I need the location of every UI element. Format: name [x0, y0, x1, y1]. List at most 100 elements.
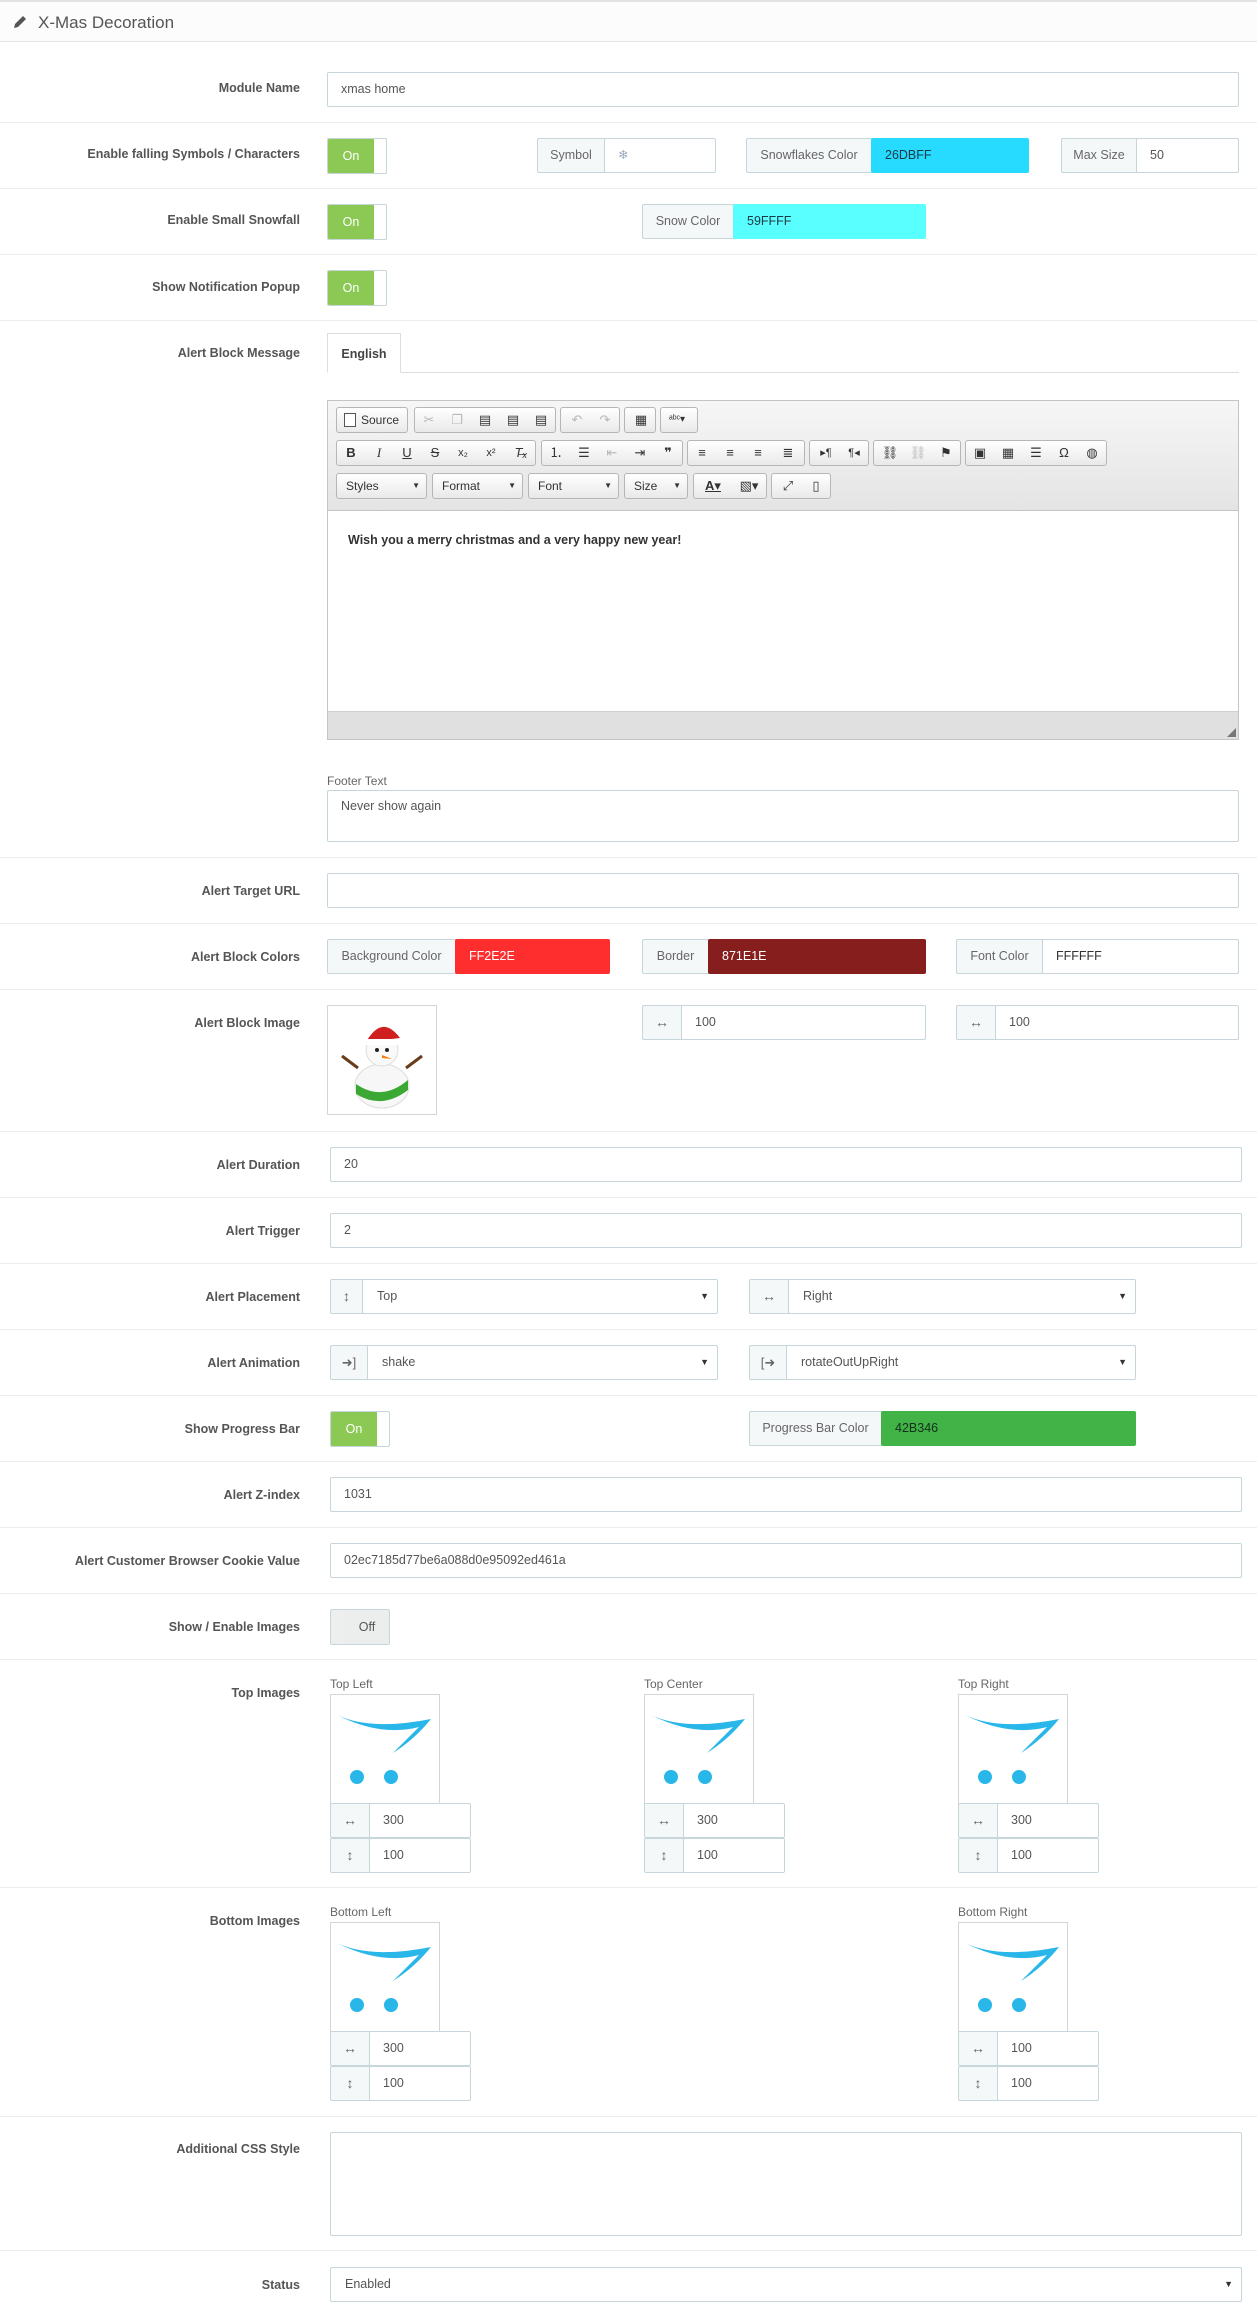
select-value: Enabled	[345, 2277, 391, 2291]
top-right-width-input[interactable]: 300	[997, 1803, 1099, 1838]
align-right-icon[interactable]: ≡	[744, 441, 772, 465]
top-left-height-input[interactable]: 100	[369, 1838, 471, 1873]
undo-icon[interactable]: ↶	[563, 408, 591, 432]
table-icon[interactable]: ▦	[994, 441, 1022, 465]
bg-color-icon[interactable]: ▧▾	[732, 474, 766, 498]
iframe-globe-icon[interactable]: ◍	[1078, 441, 1106, 465]
spellcheck-icon[interactable]: ᵃᵇᶜ▾	[663, 408, 691, 432]
flakes-color-input[interactable]: 26DBFF	[871, 138, 1029, 173]
underline-icon[interactable]: U	[393, 441, 421, 465]
images-toggle[interactable]: Off	[330, 1609, 390, 1645]
bottom-left-height-input[interactable]: 100	[369, 2066, 471, 2101]
bg-color-input[interactable]: FF2E2E	[455, 939, 610, 974]
text-color-icon[interactable]: A▾	[696, 474, 730, 498]
animation-out-select[interactable]: rotateOutUpRight ▼	[786, 1345, 1136, 1380]
symbol-input[interactable]: ❄	[604, 138, 716, 173]
indent-icon[interactable]: ⇥	[626, 441, 654, 465]
image-placeholder[interactable]	[958, 1694, 1068, 1804]
target-url-input[interactable]	[327, 873, 1239, 908]
max-size-input[interactable]: 50	[1136, 138, 1239, 173]
top-center-height-input[interactable]: 100	[683, 1838, 785, 1873]
select-all-icon[interactable]: ▦	[627, 408, 655, 432]
block-image-width-input[interactable]: 100	[681, 1005, 926, 1040]
italic-icon[interactable]: I	[365, 441, 393, 465]
duration-input[interactable]: 20	[330, 1147, 1242, 1182]
paste-text-icon[interactable]: ▤	[499, 408, 527, 432]
outdent-icon[interactable]: ⇤	[598, 441, 626, 465]
show-blocks-icon[interactable]: ▯	[802, 474, 830, 498]
module-name-input[interactable]: xmas home	[327, 72, 1239, 107]
format-combo[interactable]: Format ▼	[432, 473, 523, 499]
anchor-flag-icon[interactable]: ⚑	[932, 441, 960, 465]
superscript-icon[interactable]: x²	[477, 441, 505, 465]
align-center-icon[interactable]: ≡	[716, 441, 744, 465]
progress-color-input[interactable]: 42B346	[881, 1411, 1136, 1446]
block-image-height-input[interactable]: 100	[995, 1005, 1239, 1040]
top-left-width-input[interactable]: 300	[369, 1803, 471, 1838]
bulleted-list-icon[interactable]: ☰	[570, 441, 598, 465]
image-placeholder[interactable]	[958, 1922, 1068, 2032]
small-snow-toggle[interactable]: On	[327, 204, 387, 240]
image-icon[interactable]: ▣	[966, 441, 994, 465]
trigger-input[interactable]: 2	[330, 1213, 1242, 1248]
bottom-right-width-input[interactable]: 100	[997, 2031, 1099, 2066]
justify-icon[interactable]: ≣	[774, 441, 802, 465]
paste-icon[interactable]: ▤	[471, 408, 499, 432]
placement-horizontal-select[interactable]: Right ▼	[788, 1279, 1136, 1314]
maximize-icon[interactable]: ⤢	[774, 474, 802, 498]
top-center-width-input[interactable]: 300	[683, 1803, 785, 1838]
redo-icon[interactable]: ↷	[591, 408, 619, 432]
horizontal-line-icon[interactable]: ☰	[1022, 441, 1050, 465]
link-icon[interactable]: ⛓	[876, 441, 904, 465]
image-slot-label: Top Right	[958, 1677, 1009, 1691]
css-textarea[interactable]	[330, 2132, 1242, 2236]
vertical-arrow-icon: ↕	[330, 1279, 363, 1314]
image-placeholder[interactable]	[330, 1922, 440, 2032]
color-group: A▾ ▧▾	[693, 473, 767, 499]
bottom-left-width-input[interactable]: 300	[369, 2031, 471, 2066]
source-button[interactable]: Source	[336, 407, 408, 433]
resize-handle-icon[interactable]	[1227, 728, 1236, 737]
animation-in-select[interactable]: shake ▼	[367, 1345, 718, 1380]
subscript-icon[interactable]: x₂	[449, 441, 477, 465]
blockquote-icon[interactable]: ❞	[654, 441, 682, 465]
cut-icon[interactable]: ✂	[415, 408, 443, 432]
border-color-input[interactable]: 871E1E	[708, 939, 926, 974]
styles-combo[interactable]: Styles ▼	[336, 473, 427, 499]
placement-vertical-select[interactable]: Top ▼	[362, 1279, 718, 1314]
snowman-image[interactable]	[327, 1005, 437, 1115]
image-placeholder[interactable]	[330, 1694, 440, 1804]
falling-toggle[interactable]: On	[327, 138, 387, 174]
rtl-icon[interactable]: ¶◂	[840, 441, 868, 465]
progress-toggle[interactable]: On	[330, 1411, 390, 1447]
align-left-icon[interactable]: ≡	[688, 441, 716, 465]
font-combo[interactable]: Font ▼	[528, 473, 619, 499]
special-char-icon[interactable]: Ω	[1050, 441, 1078, 465]
size-combo[interactable]: Size ▼	[624, 473, 688, 499]
zindex-input[interactable]: 1031	[330, 1477, 1242, 1512]
bottom-images-label: Bottom Images	[209, 1914, 300, 1928]
cookie-input[interactable]: 02ec7185d77be6a088d0e95092ed461a	[330, 1543, 1242, 1578]
editor-content[interactable]: Wish you a merry christmas and a very ha…	[328, 511, 1238, 711]
symbol-addon: Symbol	[537, 138, 605, 173]
notification-label: Show Notification Popup	[152, 280, 300, 294]
chevron-down-icon: ▼	[673, 481, 681, 490]
font-color-input[interactable]: FFFFFF	[1042, 939, 1239, 974]
image-placeholder[interactable]	[644, 1694, 754, 1804]
top-right-height-input[interactable]: 100	[997, 1838, 1099, 1873]
toggle-off-label: Off	[345, 1610, 389, 1644]
paste-word-icon[interactable]: ▤	[527, 408, 555, 432]
status-select[interactable]: Enabled ▼	[330, 2267, 1242, 2302]
snow-color-input[interactable]: 59FFFF	[733, 204, 926, 239]
copy-icon[interactable]: ❐	[443, 408, 471, 432]
bottom-right-height-input[interactable]: 100	[997, 2066, 1099, 2101]
numbered-list-icon[interactable]: ⒈	[542, 441, 570, 465]
strike-icon[interactable]: S	[421, 441, 449, 465]
notification-toggle[interactable]: On	[327, 270, 387, 306]
ltr-icon[interactable]: ▸¶	[812, 441, 840, 465]
unlink-icon[interactable]: ⛓	[904, 441, 932, 465]
bold-icon[interactable]: B	[337, 441, 365, 465]
tab-english[interactable]: English	[327, 333, 401, 373]
remove-format-icon[interactable]: T̶ₓ	[507, 441, 535, 465]
footer-text-input[interactable]: Never show again	[327, 790, 1239, 842]
